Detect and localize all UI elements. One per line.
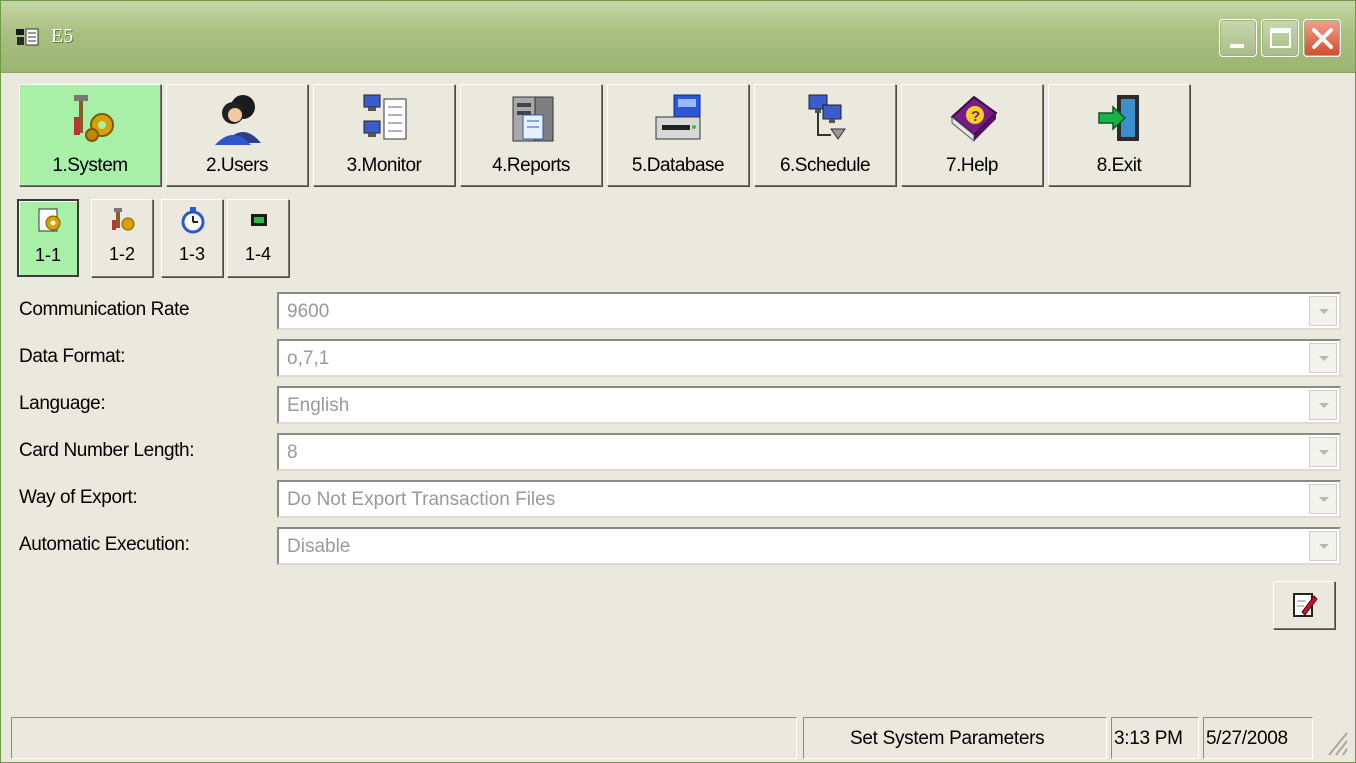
- data-format-dropdown-button[interactable]: [1309, 343, 1337, 373]
- minimize-button[interactable]: [1219, 19, 1257, 57]
- communication-rate-select[interactable]: 9600: [277, 292, 1341, 330]
- resize-grip-icon[interactable]: [1319, 723, 1349, 757]
- chevron-down-icon: [1319, 497, 1329, 502]
- settings-icon: [38, 208, 61, 232]
- chevron-down-icon: [1319, 309, 1329, 314]
- subtab-1-3-button[interactable]: 1-3: [161, 199, 223, 277]
- chevron-down-icon: [1319, 356, 1329, 361]
- maximize-button[interactable]: [1261, 19, 1299, 57]
- subtab-1-1-label: 1-1: [34, 245, 61, 265]
- communication-rate-value: 9600: [287, 301, 330, 322]
- card-number-length-select[interactable]: 8: [277, 433, 1341, 471]
- status-date-pane: 5/27/2008: [1203, 717, 1313, 759]
- app-icon: [16, 28, 39, 46]
- data-format-select[interactable]: o,7,1: [277, 339, 1341, 377]
- card-number-length-dropdown-button[interactable]: [1309, 437, 1337, 467]
- subtab-1-3-label: 1-3: [178, 244, 205, 264]
- status-date: 5/27/2008: [1206, 728, 1288, 749]
- card-number-length-label: Card Number Length:: [19, 440, 195, 461]
- chevron-down-icon: [1319, 544, 1329, 549]
- subtab-1-2-button[interactable]: 1-2: [91, 199, 153, 277]
- card-number-length-value: 8: [287, 442, 298, 463]
- tools-icon: [112, 208, 135, 231]
- status-message-pane: Set System Parameters: [803, 717, 1107, 759]
- database-icon: [655, 94, 701, 140]
- schedule-button-label: 6.Schedule: [779, 155, 871, 176]
- monitor-icon: [363, 94, 407, 140]
- language-dropdown-button[interactable]: [1309, 390, 1337, 420]
- chevron-down-icon: [1319, 403, 1329, 408]
- way-of-export-select[interactable]: Do Not Export Transaction Files: [277, 480, 1341, 518]
- subtab-1-2-label: 1-2: [108, 244, 135, 264]
- stopwatch-icon: [181, 207, 205, 234]
- subtab-1-4-button[interactable]: 1-4: [227, 199, 289, 277]
- communication-rate-label: Communication Rate: [19, 299, 190, 320]
- data-format-value: o,7,1: [287, 348, 330, 369]
- exit-button-label: 8.Exit: [1096, 155, 1142, 176]
- subtab-1-4-label: 1-4: [244, 244, 271, 264]
- automatic-execution-value: Disable: [287, 536, 351, 557]
- app-window: E5 1.System 2.Users 3.Monitor 4.Reports …: [0, 0, 1356, 763]
- maximize-icon: [1270, 28, 1291, 48]
- schedule-icon: [808, 94, 846, 140]
- exit-door-icon: [1098, 95, 1139, 141]
- chevron-down-icon: [1319, 450, 1329, 455]
- database-button[interactable]: 5.Database: [607, 84, 749, 186]
- users-button-label: 2.Users: [206, 155, 268, 176]
- chip-icon: [251, 214, 267, 226]
- help-button-label: 7.Help: [946, 155, 998, 176]
- close-button[interactable]: [1303, 19, 1341, 57]
- edit-button[interactable]: [1273, 581, 1335, 629]
- automatic-execution-dropdown-button[interactable]: [1309, 531, 1337, 561]
- automatic-execution-select[interactable]: Disable: [277, 527, 1341, 565]
- status-time: 3:13 PM: [1114, 728, 1183, 749]
- automatic-execution-label: Automatic Execution:: [19, 534, 190, 555]
- close-icon: [1312, 28, 1333, 49]
- window-title: E5: [51, 25, 74, 47]
- monitor-button-label: 3.Monitor: [346, 155, 422, 176]
- exit-button[interactable]: 8.Exit: [1048, 84, 1190, 186]
- status-time-pane: 3:13 PM: [1111, 717, 1199, 759]
- reports-button[interactable]: 4.Reports: [460, 84, 602, 186]
- system-button[interactable]: 1.System: [19, 84, 161, 186]
- help-book-icon: ?: [950, 95, 998, 143]
- help-button[interactable]: ? 7.Help: [901, 84, 1043, 186]
- title-bar[interactable]: E5: [1, 1, 1355, 73]
- database-button-label: 5.Database: [631, 155, 725, 176]
- way-of-export-dropdown-button[interactable]: [1309, 484, 1337, 514]
- reports-icon: [512, 96, 554, 142]
- data-format-label: Data Format:: [19, 346, 126, 367]
- communication-rate-dropdown-button[interactable]: [1309, 296, 1337, 326]
- language-value: English: [287, 395, 350, 416]
- minimize-icon: [1230, 44, 1244, 48]
- monitor-button[interactable]: 3.Monitor: [313, 84, 455, 186]
- way-of-export-label: Way of Export:: [19, 487, 138, 508]
- subtab-1-1-button[interactable]: 1-1: [17, 199, 79, 277]
- status-message: Set System Parameters: [850, 728, 1045, 749]
- svg-text:?: ?: [971, 108, 980, 125]
- system-button-label: 1.System: [52, 155, 128, 176]
- users-icon: [215, 95, 261, 145]
- reports-button-label: 4.Reports: [492, 155, 570, 176]
- schedule-button[interactable]: 6.Schedule: [754, 84, 896, 186]
- status-pane-empty: [11, 717, 797, 759]
- language-select[interactable]: English: [277, 386, 1341, 424]
- users-button[interactable]: 2.Users: [166, 84, 308, 186]
- system-tools-icon: [74, 95, 114, 142]
- edit-pencil-icon: [1293, 593, 1318, 617]
- way-of-export-value: Do Not Export Transaction Files: [287, 489, 556, 510]
- language-label: Language:: [19, 393, 106, 414]
